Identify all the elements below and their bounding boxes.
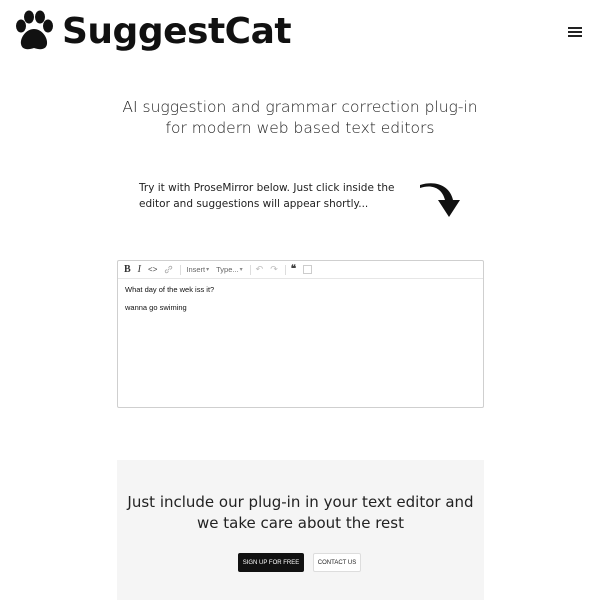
link-icon[interactable]	[164, 265, 173, 274]
editor-toolbar: B I <> Insert ▾ Type... ▾ ↶ ↷ ❝	[118, 261, 483, 279]
insert-dropdown-label: Insert	[186, 265, 206, 274]
toolbar-separator	[180, 264, 182, 275]
tagline-line-1: AI suggestion and grammar correction plu…	[122, 98, 478, 116]
paw-icon	[16, 10, 53, 50]
cta-section: Just include our plug-in in your text ed…	[117, 460, 484, 600]
editor-line-1[interactable]: What day of the wek iss it?	[125, 285, 476, 294]
blockquote-button[interactable]: ❝	[291, 264, 296, 275]
chevron-down-icon: ▾	[239, 267, 243, 273]
curved-arrow-down-icon	[420, 183, 460, 217]
editor-line-2[interactable]: wanna go swiming	[125, 303, 476, 312]
brand-name: SuggestCat	[62, 11, 292, 52]
tagline-line-2: for modern web based text editors	[165, 119, 435, 137]
insert-dropdown[interactable]: Insert ▾	[186, 265, 209, 274]
cta-heading-line-1: Just include our plug-in in your text ed…	[127, 493, 474, 511]
toolbar-separator	[284, 264, 286, 275]
italic-button[interactable]: I	[138, 264, 141, 275]
undo-icon[interactable]: ↶	[256, 264, 264, 275]
type-dropdown-label: Type...	[216, 265, 239, 274]
hero-tagline: AI suggestion and grammar correction plu…	[100, 97, 500, 139]
redo-icon[interactable]: ↷	[270, 264, 278, 275]
editor-content[interactable]: What day of the wek iss it? wanna go swi…	[118, 279, 483, 327]
hamburger-menu-icon[interactable]	[568, 27, 582, 37]
contact-button[interactable]: CONTACT US	[313, 553, 361, 572]
toolbar-separator	[249, 264, 251, 275]
bold-button[interactable]: B	[124, 264, 131, 275]
cta-heading: Just include our plug-in in your text ed…	[117, 492, 484, 534]
signup-button[interactable]: SIGN UP FOR FREE	[238, 553, 304, 572]
prosemirror-editor[interactable]: B I <> Insert ▾ Type... ▾ ↶ ↷ ❝ What day o…	[117, 260, 484, 408]
try-instructions: Try it with ProseMirror below. Just clic…	[139, 182, 395, 210]
select-parent-icon[interactable]	[303, 265, 313, 274]
logo[interactable]: SuggestCat	[12, 10, 292, 54]
cta-heading-line-2: we take care about the rest	[197, 514, 404, 532]
type-dropdown[interactable]: Type... ▾	[216, 265, 243, 274]
chevron-down-icon: ▾	[206, 267, 210, 273]
code-button[interactable]: <>	[148, 265, 157, 274]
